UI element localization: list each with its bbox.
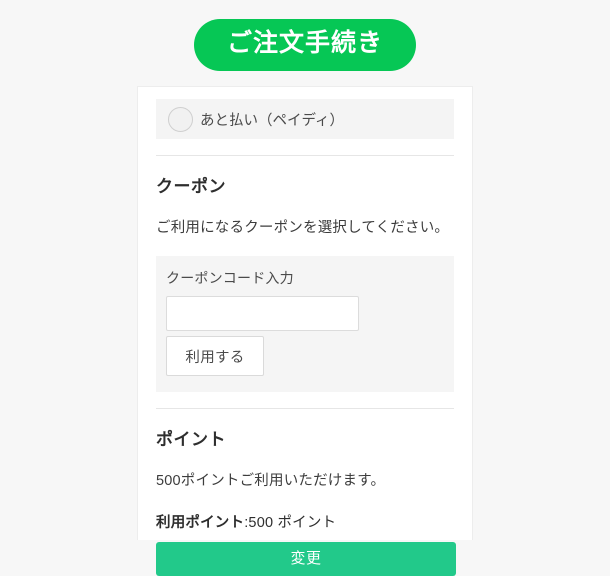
checkout-card: あと払い（ペイディ） クーポン ご利用になるクーポンを選択してください。 クーポ… <box>137 86 473 576</box>
coupon-code-panel: クーポンコード入力 利用する <box>156 256 454 392</box>
radio-unchecked-icon[interactable] <box>168 106 193 132</box>
points-section-title: ポイント <box>156 430 226 449</box>
divider-points <box>156 408 454 409</box>
coupon-code-input[interactable] <box>166 296 359 331</box>
points-used-value: :500 ポイント <box>244 515 337 531</box>
checkout-page: ご注文手続き あと払い（ペイディ） クーポン ご利用になるクーポンを選択してくだ… <box>0 0 610 576</box>
coupon-code-label: クーポンコード入力 <box>166 270 294 286</box>
page-title-pill: ご注文手続き <box>193 19 416 71</box>
divider-coupon <box>156 155 454 156</box>
points-change-button[interactable]: 変更 <box>156 542 456 576</box>
points-available-text: 500ポイントご利用いただけます。 <box>156 473 386 489</box>
coupon-section-title: クーポン <box>156 177 226 196</box>
coupon-apply-button[interactable]: 利用する <box>166 336 264 376</box>
page-header: ご注文手続き <box>0 0 610 90</box>
card-content: あと払い（ペイディ） クーポン ご利用になるクーポンを選択してください。 クーポ… <box>138 87 472 576</box>
coupon-section-description: ご利用になるクーポンを選択してください。 <box>156 220 450 236</box>
payment-method-option-paidy[interactable]: あと払い（ペイディ） <box>156 99 454 139</box>
points-used-label: 利用ポイント <box>156 515 245 531</box>
payment-method-label: あと払い（ペイディ） <box>200 112 344 129</box>
points-used-line: 利用ポイント:500 ポイント <box>156 511 454 532</box>
